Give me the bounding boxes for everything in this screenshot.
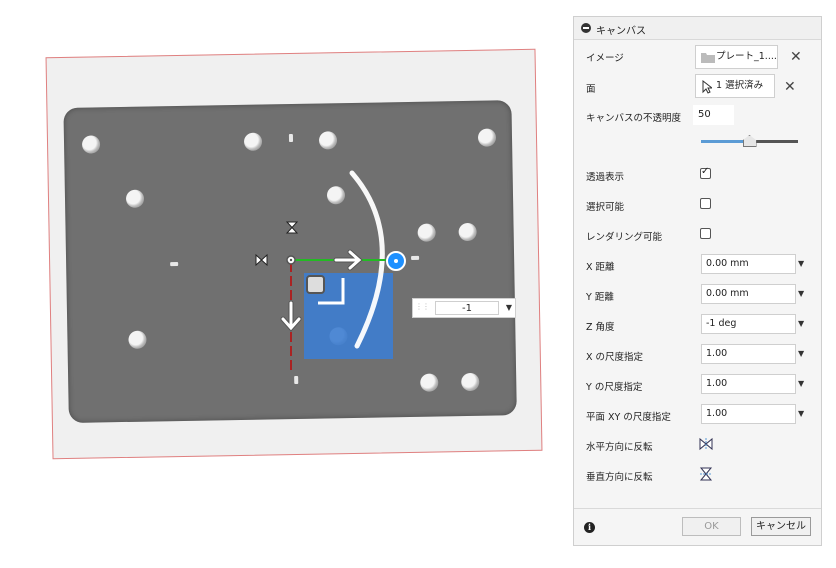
x-distance-input[interactable]: 0.00 mm [701,254,796,274]
dropdown-arrow-icon[interactable]: ▼ [798,409,804,418]
move-y-arrow[interactable] [280,300,302,332]
viewport[interactable]: ⋮⋮ -1 ▼ [0,0,565,568]
cursor-icon [702,80,712,94]
canvas-dialog: キャンバス イメージ プレート_1.... ✕ 面 1 選択済み ✕ キャンバス… [573,16,822,546]
image-label: イメージ [586,53,624,64]
folder-icon [701,53,715,63]
dialog-footer-divider [574,508,821,509]
cancel-button[interactable]: キャンセル [751,517,811,536]
z-angle-input[interactable]: -1 deg [701,314,796,334]
x-scale-label: X の尺度指定 [586,352,644,363]
transform-gizmo[interactable] [0,0,565,568]
face-label: 面 [586,84,596,95]
drag-grip-icon[interactable]: ⋮⋮ [415,302,430,314]
x-distance-label: X 距離 [586,262,615,273]
selectable-checkbox[interactable] [700,198,711,209]
planar-move-handle[interactable] [306,275,325,294]
angle-input-field[interactable]: ⋮⋮ -1 ▼ [412,298,516,318]
flip-horizontal-gizmo-icon[interactable] [255,253,268,267]
dropdown-arrow-icon[interactable]: ▼ [798,289,804,298]
flip-vertical-icon[interactable] [698,466,714,482]
show-through-label: 透過表示 [586,172,625,183]
dialog-title: キャンバス [596,26,646,37]
opacity-input[interactable]: 50 [693,105,734,125]
y-distance-input[interactable]: 0.00 mm [701,284,796,304]
opacity-label: キャンバスの不透明度 [586,113,682,124]
opacity-slider-fill [701,140,750,143]
info-icon[interactable]: i [584,522,595,533]
y-scale-input[interactable]: 1.00 [701,374,796,394]
y-scale-label: Y の尺度指定 [586,382,643,393]
angle-input[interactable]: -1 [435,301,499,315]
face-select-button[interactable]: 1 選択済み [695,74,775,98]
dropdown-arrow-icon[interactable]: ▼ [798,379,804,388]
y-distance-label: Y 距離 [586,292,614,303]
render-checkbox[interactable] [700,228,711,239]
dropdown-arrow-icon[interactable]: ▼ [798,349,804,358]
clear-image-button[interactable]: ✕ [790,50,802,64]
collapse-icon[interactable] [581,23,591,33]
move-x-arrow[interactable] [333,249,363,271]
opacity-slider[interactable] [701,135,798,147]
flip-horizontal-label: 水平方向に反転 [586,442,653,453]
dialog-header[interactable]: キャンバス [574,17,821,40]
z-angle-label: Z 角度 [586,322,615,333]
image-select-button[interactable]: プレート_1.... [695,45,778,69]
xy-scale-label: 平面 XY の尺度指定 [586,412,671,423]
clear-face-button[interactable]: ✕ [784,80,796,94]
flip-vertical-label: 垂直方向に反転 [586,472,653,483]
ok-button[interactable]: OK [682,517,741,536]
flip-vertical-gizmo-icon[interactable] [285,221,299,234]
checkmark-icon: ✓ [701,166,710,177]
xy-scale-input[interactable]: 1.00 [701,404,796,424]
selectable-label: 選択可能 [586,202,625,213]
flip-horizontal-icon[interactable] [698,436,714,452]
render-label: レンダリング可能 [586,232,663,243]
opacity-slider-thumb[interactable] [742,135,757,147]
x-scale-input[interactable]: 1.00 [701,344,796,364]
dropdown-arrow-icon[interactable]: ▼ [506,303,512,312]
dropdown-arrow-icon[interactable]: ▼ [798,319,804,328]
show-through-checkbox[interactable]: ✓ [700,166,711,179]
dropdown-arrow-icon[interactable]: ▼ [798,259,804,268]
